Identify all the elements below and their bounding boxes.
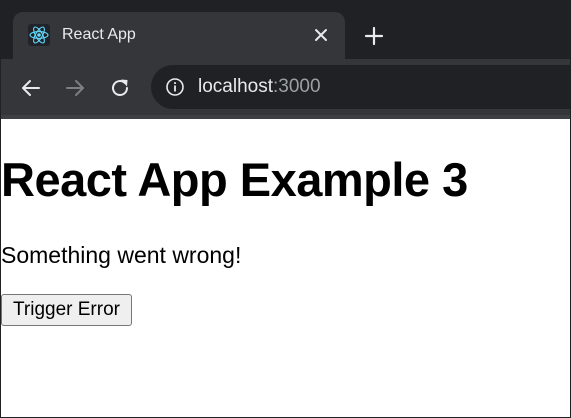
browser-window: React App localhost:3000 React App Examp… [0, 0, 571, 418]
tab-title: React App [62, 26, 136, 43]
url-host: localhost [198, 76, 273, 97]
reload-icon[interactable] [109, 77, 131, 99]
page-title: React App Example 3 [1, 153, 468, 206]
address-bar[interactable]: localhost:3000 [151, 65, 570, 109]
plus-icon[interactable] [363, 25, 385, 47]
error-message: Something went wrong! [1, 242, 242, 268]
page-content: React App Example 3 Something went wrong… [1, 119, 570, 417]
info-icon[interactable] [165, 77, 185, 97]
arrow-right-icon[interactable] [64, 77, 86, 99]
tab-react-app[interactable]: React App [13, 12, 345, 59]
tab-strip: React App [1, 1, 570, 59]
react-logo-icon [28, 24, 50, 46]
arrow-left-icon[interactable] [20, 77, 42, 99]
browser-toolbar: localhost:3000 [1, 59, 570, 115]
url-port: :3000 [273, 76, 321, 97]
close-icon[interactable] [312, 26, 330, 44]
trigger-error-button[interactable]: Trigger Error [1, 294, 132, 326]
url-text[interactable]: localhost:3000 [198, 76, 321, 98]
